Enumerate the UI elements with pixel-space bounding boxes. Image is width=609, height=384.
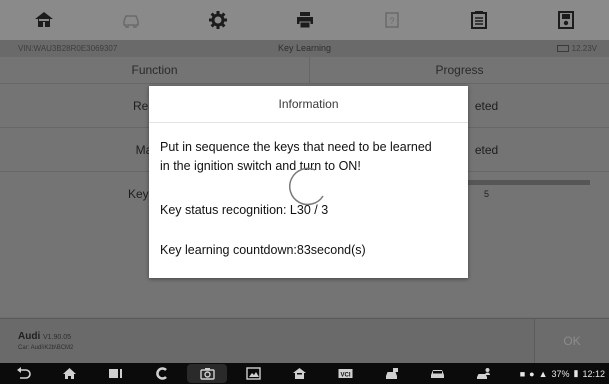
camera-button[interactable] [187, 364, 227, 383]
camera-icon [199, 368, 215, 380]
recent-apps-button[interactable] [92, 367, 138, 380]
table-header: Function Progress [0, 57, 609, 83]
ok-button[interactable]: OK [534, 319, 609, 363]
printer-icon [296, 12, 313, 29]
browser-icon [155, 367, 167, 380]
user-vehicle-button[interactable] [460, 367, 506, 380]
browser-button[interactable] [138, 367, 184, 380]
maxisys-home-button[interactable] [276, 367, 322, 380]
settings-button[interactable] [174, 0, 261, 40]
system-status-area: ■ ● ▲ 37% ▮ 12:12 [520, 368, 609, 379]
home-icon [34, 12, 53, 27]
car-path: Car: Audi\K2b\BCM2 [18, 345, 74, 351]
car-make: Audi [18, 331, 41, 342]
battery-voltage: 12.23V [556, 44, 597, 53]
battery-icon: ▮ [573, 368, 579, 378]
car-icon [122, 15, 139, 28]
vci-button[interactable]: VCI [322, 367, 368, 380]
android-nav-bar: VCI ■ ● ▲ 37% ▮ 12:12 [0, 363, 609, 384]
vehicle-button[interactable] [87, 0, 174, 40]
car-shop-icon [385, 368, 398, 379]
progress-column-header: Progress [435, 63, 484, 77]
car-battery-icon [556, 45, 569, 52]
car-person-icon [476, 368, 490, 379]
print-button[interactable] [261, 0, 348, 40]
key-status-text: Key status recognition: L30 / 3 [160, 203, 329, 217]
vehicle-info-strip: VIN:WAU3B28R0E3069307 Key Learning 12.23… [0, 40, 609, 57]
home-icon [62, 368, 76, 379]
save-icon [557, 11, 574, 29]
vci-icon: VCI [338, 369, 352, 379]
battery-voltage-value: 12.23V [571, 44, 597, 53]
progress-value: eted [474, 142, 499, 157]
maxisys-home-icon [292, 368, 306, 379]
vehicle-button[interactable] [414, 367, 460, 380]
countdown-text: Key learning countdown:83second(s) [160, 243, 366, 257]
dialog-title: Information [149, 86, 468, 123]
home-button[interactable] [0, 0, 87, 40]
save-button[interactable] [522, 0, 609, 40]
report-button[interactable] [435, 0, 522, 40]
car-info: Audi V1.90.05 [18, 331, 71, 342]
page-title: Key Learning [277, 43, 332, 53]
clock: 12:12 [582, 368, 605, 379]
back-icon [16, 367, 31, 379]
svg-text:VCI: VCI [340, 373, 350, 379]
wifi-icon: ▲ [538, 368, 548, 379]
nav-home-button[interactable] [46, 367, 92, 380]
instruction-line-1: Put in sequence the keys that need to be… [160, 140, 432, 154]
software-version: V1.90.05 [43, 334, 72, 341]
car-icon [430, 370, 444, 378]
recent-apps-icon [108, 369, 122, 378]
screenshot-icon [245, 367, 261, 380]
bottom-bar: Audi V1.90.05 Car: Audi\K2b\BCM2 OK [0, 318, 609, 363]
help-button[interactable]: ? [348, 0, 435, 40]
notification-icon: ■ [519, 368, 526, 379]
top-toolbar: ? [0, 0, 609, 40]
screenshot-button[interactable] [230, 367, 276, 380]
gear-icon [208, 11, 227, 29]
svg-text:?: ? [389, 16, 394, 26]
shop-button[interactable] [368, 367, 414, 380]
settings-status-icon: ● [529, 368, 535, 379]
battery-percent: 37% [551, 368, 570, 379]
report-icon [470, 11, 487, 29]
help-icon: ? [384, 12, 399, 28]
progress-value: eted [474, 98, 499, 113]
information-dialog: Information Put in sequence the keys tha… [149, 86, 468, 278]
back-button[interactable] [0, 367, 46, 380]
progress-value: 5 [483, 188, 489, 199]
function-column-header: Function [0, 57, 310, 83]
